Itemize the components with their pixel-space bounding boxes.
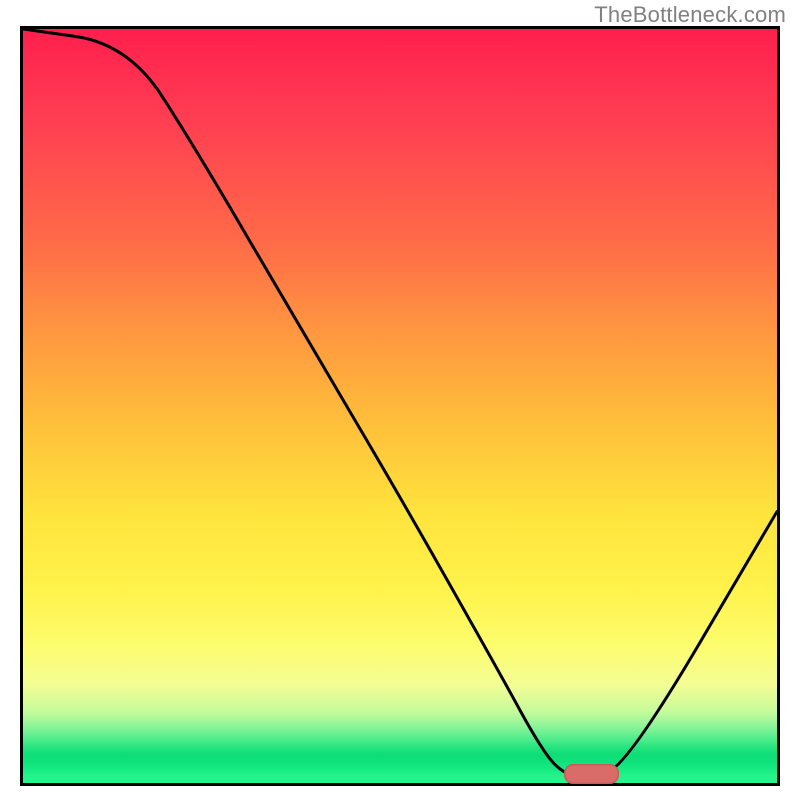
watermark-text: TheBottleneck.com [594,2,786,28]
chart-frame [20,26,780,786]
bottleneck-curve [23,29,777,783]
optimal-marker [564,764,619,784]
